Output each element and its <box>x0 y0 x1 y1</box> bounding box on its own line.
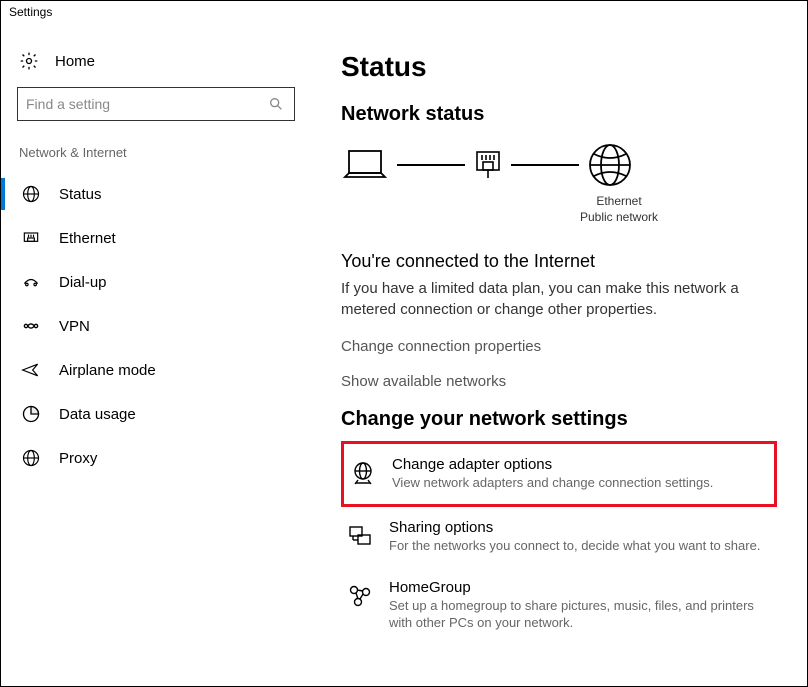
vpn-icon <box>21 316 41 336</box>
search-icon <box>266 94 286 114</box>
globe-icon <box>21 184 41 204</box>
option-text: HomeGroup Set up a homegroup to share pi… <box>389 579 771 632</box>
link-show-available-networks[interactable]: Show available networks <box>341 373 777 390</box>
option-desc: For the networks you connect to, decide … <box>389 538 760 555</box>
sidebar-item-label: Ethernet <box>59 230 116 247</box>
app-container: Home Network & Internet Status <box>1 23 807 684</box>
option-desc: Set up a homegroup to share pictures, mu… <box>389 598 771 632</box>
search-input[interactable] <box>26 96 266 112</box>
sidebar-item-datausage[interactable]: Data usage <box>17 392 295 436</box>
laptop-icon <box>341 145 389 185</box>
page-title: Status <box>341 51 777 83</box>
sidebar-item-label: Proxy <box>59 450 97 467</box>
diagram-label-2: Public network <box>461 210 777 226</box>
change-settings-heading: Change your network settings <box>341 408 777 431</box>
network-diagram <box>341 142 777 188</box>
ethernet-icon <box>21 228 41 248</box>
option-homegroup[interactable]: HomeGroup Set up a homegroup to share pi… <box>341 567 777 644</box>
option-text: Change adapter options View network adap… <box>392 456 713 492</box>
sidebar-item-dialup[interactable]: Dial-up <box>17 260 295 304</box>
sidebar-item-label: Airplane mode <box>59 362 156 379</box>
sidebar-item-label: Status <box>59 186 102 203</box>
option-title: HomeGroup <box>389 579 771 596</box>
connected-heading: You're connected to the Internet <box>341 251 777 272</box>
sidebar-item-proxy[interactable]: Proxy <box>17 436 295 480</box>
settings-options-list: Change adapter options View network adap… <box>341 441 777 644</box>
sidebar: Home Network & Internet Status <box>1 23 311 684</box>
sidebar-item-status[interactable]: Status <box>17 172 295 216</box>
data-usage-icon <box>21 404 41 424</box>
sidebar-item-label: VPN <box>59 318 90 335</box>
sidebar-item-vpn[interactable]: VPN <box>17 304 295 348</box>
option-desc: View network adapters and change connect… <box>392 475 713 492</box>
option-sharing[interactable]: Sharing options For the networks you con… <box>341 507 777 567</box>
option-title: Change adapter options <box>392 456 713 473</box>
adapter-icon <box>350 460 376 486</box>
homegroup-icon <box>347 583 373 609</box>
search-box[interactable] <box>17 87 295 121</box>
option-text: Sharing options For the networks you con… <box>389 519 760 555</box>
diagram-line <box>511 164 579 166</box>
globe-large-icon <box>587 142 633 188</box>
dialup-icon <box>21 272 41 292</box>
link-change-connection-properties[interactable]: Change connection properties <box>341 338 777 355</box>
home-button[interactable]: Home <box>17 43 295 87</box>
sidebar-category-label: Network & Internet <box>17 145 295 160</box>
sidebar-item-label: Data usage <box>59 406 136 423</box>
sidebar-item-airplane[interactable]: Airplane mode <box>17 348 295 392</box>
sharing-icon <box>347 523 373 549</box>
main-content: Status Network status Ethernet <box>311 23 807 684</box>
network-status-heading: Network status <box>341 103 777 126</box>
diagram-labels: Ethernet Public network <box>461 194 777 225</box>
diagram-label-1: Ethernet <box>461 194 777 210</box>
window-title: Settings <box>1 1 807 23</box>
airplane-icon <box>21 360 41 380</box>
option-change-adapter[interactable]: Change adapter options View network adap… <box>341 441 777 507</box>
connected-body: If you have a limited data plan, you can… <box>341 278 777 320</box>
diagram-line <box>397 164 465 166</box>
option-title: Sharing options <box>389 519 760 536</box>
sidebar-nav: Status Ethernet Dial-up <box>17 172 295 480</box>
home-label: Home <box>55 53 95 70</box>
sidebar-item-ethernet[interactable]: Ethernet <box>17 216 295 260</box>
proxy-icon <box>21 448 41 468</box>
sidebar-item-label: Dial-up <box>59 274 107 291</box>
ethernet-adapter-icon <box>473 148 503 182</box>
gear-icon <box>19 51 39 71</box>
